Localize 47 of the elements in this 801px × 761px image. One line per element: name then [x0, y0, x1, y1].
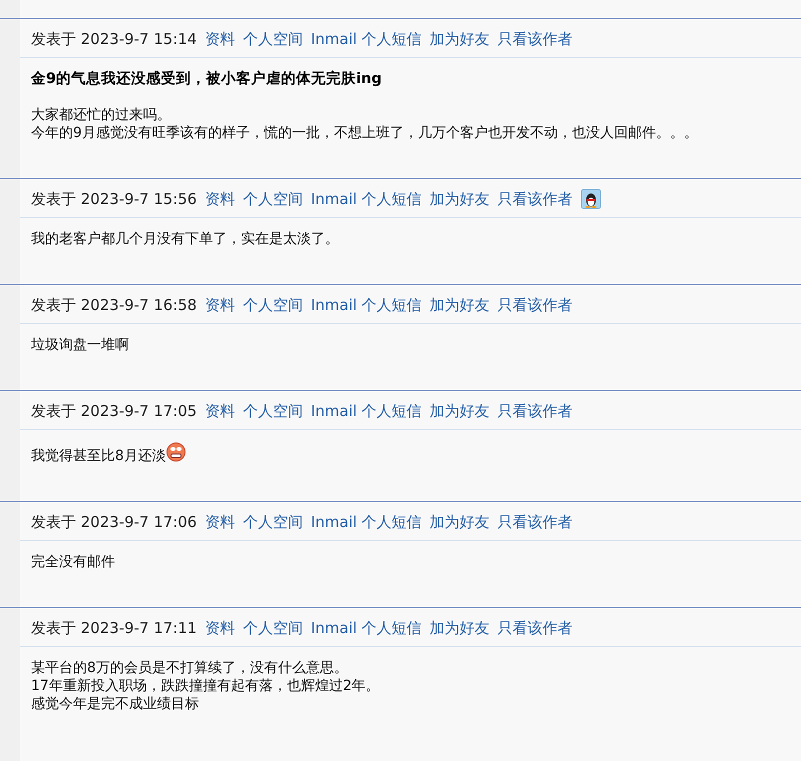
- post-link[interactable]: 个人空间: [242, 190, 303, 209]
- post-date: 发表于 2023-9-7 17:05: [31, 402, 197, 421]
- post-link[interactable]: 加为好友: [430, 296, 490, 315]
- post-text: 某平台的8万的会员是不打算续了，没有什么意思。: [31, 660, 348, 676]
- post-link[interactable]: Inmail 个人短信: [310, 619, 422, 638]
- post-date: 发表于 2023-9-7 15:56: [31, 190, 197, 209]
- post-link[interactable]: 加为好友: [430, 402, 490, 421]
- post-link[interactable]: 加为好友: [430, 190, 490, 209]
- post-text: 今年的9月感觉没有旺季该有的样子，慌的一批，不想上班了，几万个客户也开发不动，也没人回邮件。。。: [31, 125, 698, 141]
- post-date: 发表于 2023-9-7 16:58: [31, 296, 197, 315]
- post-link[interactable]: 资料: [204, 296, 235, 315]
- post-link[interactable]: 个人空间: [242, 296, 303, 315]
- post-text: 完全没有邮件: [31, 554, 115, 570]
- post-link[interactable]: Inmail 个人短信: [310, 30, 422, 49]
- post-link[interactable]: 只看该作者: [498, 190, 573, 209]
- post-date: 发表于 2023-9-7 15:14: [31, 30, 197, 49]
- post-text: 我的老客户都几个月没有下单了，实在是太淡了。: [31, 231, 339, 247]
- post-link[interactable]: 加为好友: [430, 30, 490, 49]
- post-link[interactable]: 只看该作者: [498, 402, 573, 421]
- post-link[interactable]: 个人空间: [242, 513, 303, 532]
- post-date: 发表于 2023-9-7 17:11: [31, 619, 197, 638]
- post-text: 感觉今年是完不成业绩目标: [31, 696, 199, 712]
- post-text: 大家都还忙的过来吗。: [31, 107, 171, 123]
- post-title: 金9的气息我还没感受到，被小客户虐的体无完肤ing: [31, 70, 383, 88]
- post-link[interactable]: 个人空间: [242, 30, 303, 49]
- post-date: 发表于 2023-9-7 17:06: [31, 513, 197, 532]
- post-link[interactable]: 资料: [204, 30, 235, 49]
- post-link[interactable]: 资料: [204, 619, 235, 638]
- post-link[interactable]: 只看该作者: [498, 30, 573, 49]
- post-link[interactable]: 只看该作者: [498, 513, 573, 532]
- post-link[interactable]: 加为好友: [430, 513, 490, 532]
- post-link[interactable]: 只看该作者: [498, 296, 573, 315]
- post-link[interactable]: 资料: [204, 402, 235, 421]
- post-text: 垃圾询盘一堆啊: [31, 337, 129, 353]
- post-link[interactable]: 加为好友: [430, 619, 490, 638]
- post-text: 17年重新投入职场，跌跌撞撞有起有落，也辉煌过2年。: [31, 678, 380, 694]
- post-link[interactable]: Inmail 个人短信: [310, 190, 422, 209]
- post-link[interactable]: Inmail 个人短信: [310, 513, 422, 532]
- post-link[interactable]: Inmail 个人短信: [310, 402, 422, 421]
- post-link[interactable]: 资料: [204, 190, 235, 209]
- post-link[interactable]: 个人空间: [242, 619, 303, 638]
- post-link[interactable]: 个人空间: [242, 402, 303, 421]
- post-link[interactable]: 资料: [204, 513, 235, 532]
- post-link[interactable]: 只看该作者: [498, 619, 573, 638]
- penguin-icon[interactable]: [580, 189, 601, 209]
- post-text: 我觉得甚至比8月还淡: [31, 448, 166, 464]
- post-link[interactable]: Inmail 个人短信: [310, 296, 422, 315]
